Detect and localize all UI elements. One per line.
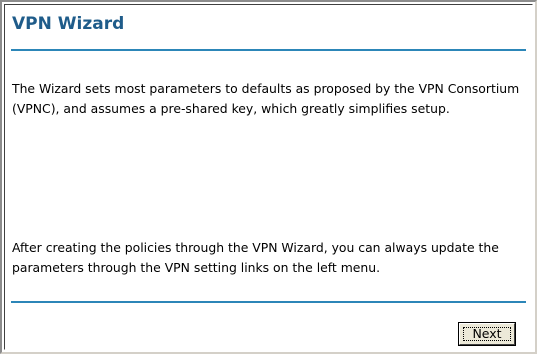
footer-divider	[11, 301, 526, 303]
wizard-content: VPN Wizard The Wizard sets most paramete…	[4, 4, 533, 350]
page-title: VPN Wizard	[12, 14, 125, 34]
followup-text: After creating the policies through the …	[12, 240, 499, 275]
wizard-panel: VPN Wizard The Wizard sets most paramete…	[0, 0, 537, 354]
next-button-label: Next	[472, 326, 502, 341]
next-button[interactable]: Next	[458, 322, 516, 346]
title-divider	[11, 49, 526, 51]
intro-text: The Wizard sets most parameters to defau…	[12, 81, 520, 116]
